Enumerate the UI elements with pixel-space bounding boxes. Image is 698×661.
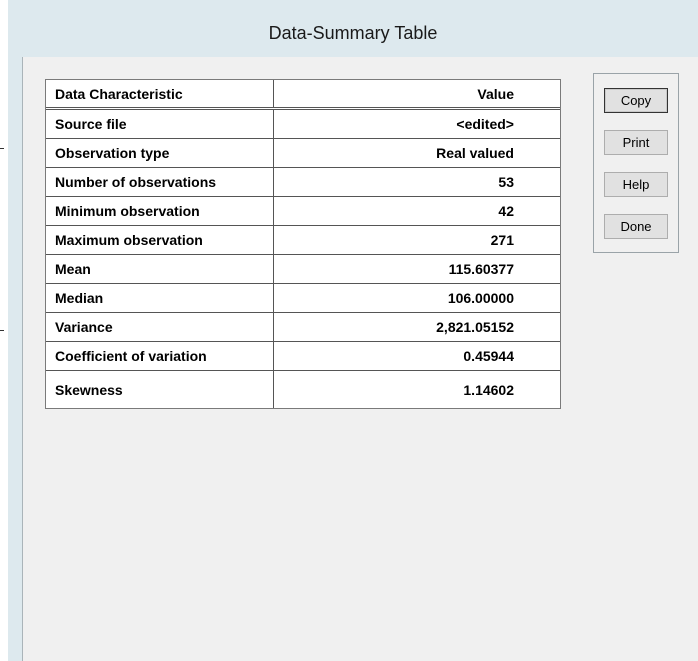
data-summary-window: Data-Summary Table Data Characteristic V… [8, 0, 698, 661]
table-row: Minimum observation 42 [46, 197, 560, 226]
done-button[interactable]: Done [604, 214, 668, 239]
value-cell: 115.60377 [448, 261, 514, 277]
print-button[interactable]: Print [604, 130, 668, 155]
characteristic-cell: Number of observations [46, 168, 274, 196]
window-client-area: Data Characteristic Value Source file <e… [22, 57, 698, 661]
table-row: Variance 2,821.05152 [46, 313, 560, 342]
table-header-row: Data Characteristic Value [46, 80, 560, 110]
characteristic-cell: Skewness [46, 371, 274, 408]
characteristic-cell: Source file [46, 110, 274, 138]
table-row: Observation type Real valued [46, 139, 560, 168]
characteristic-cell: Median [46, 284, 274, 312]
value-cell: 271 [490, 232, 514, 248]
column-header-characteristic: Data Characteristic [46, 80, 274, 107]
window-title: Data-Summary Table [268, 23, 438, 43]
value-cell: Real valued [436, 145, 514, 161]
characteristic-cell: Observation type [46, 139, 274, 167]
value-cell: 1.14602 [463, 381, 514, 398]
characteristic-cell: Variance [46, 313, 274, 341]
table-row: Coefficient of variation 0.45944 [46, 342, 560, 371]
background-edge-mark [0, 330, 4, 331]
value-cell: 0.45944 [463, 348, 514, 364]
value-cell: 2,821.05152 [436, 319, 514, 335]
action-button-panel: Copy Print Help Done [593, 73, 679, 253]
value-cell: 53 [498, 174, 514, 190]
value-cell: 42 [498, 203, 514, 219]
table-row: Median 106.00000 [46, 284, 560, 313]
characteristic-cell: Maximum observation [46, 226, 274, 254]
table-row: Skewness 1.14602 [46, 371, 560, 408]
table-row: Source file <edited> [46, 110, 560, 139]
background-edge-mark [0, 148, 4, 149]
summary-table: Data Characteristic Value Source file <e… [45, 79, 561, 409]
characteristic-cell: Coefficient of variation [46, 342, 274, 370]
table-row: Mean 115.60377 [46, 255, 560, 284]
table-row: Maximum observation 271 [46, 226, 560, 255]
help-button[interactable]: Help [604, 172, 668, 197]
copy-button[interactable]: Copy [604, 88, 668, 113]
table-row: Number of observations 53 [46, 168, 560, 197]
characteristic-cell: Minimum observation [46, 197, 274, 225]
value-cell: <edited> [456, 116, 514, 132]
value-cell: 106.00000 [447, 290, 514, 306]
characteristic-cell: Mean [46, 255, 274, 283]
column-header-value: Value [477, 85, 514, 102]
